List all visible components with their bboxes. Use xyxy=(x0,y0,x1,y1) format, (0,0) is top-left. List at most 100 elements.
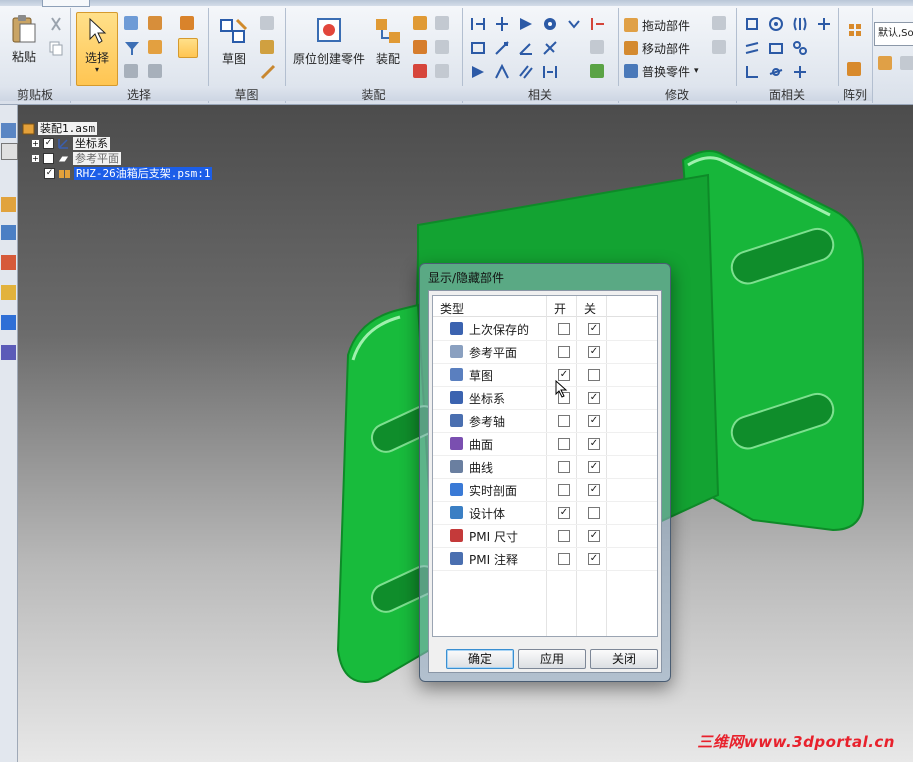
perpendicular-icon[interactable] xyxy=(744,64,760,80)
select-dropdown-icon[interactable] xyxy=(148,64,164,80)
layers-tab-icon[interactable] xyxy=(1,225,16,240)
show-checkbox[interactable] xyxy=(558,484,570,496)
insert-icon[interactable] xyxy=(470,40,486,56)
sketch-tool-3-icon[interactable] xyxy=(260,64,276,80)
sensors-tab-icon[interactable] xyxy=(1,285,16,300)
hide-checkbox[interactable] xyxy=(588,369,600,381)
highlight-icon[interactable] xyxy=(178,38,198,58)
apply-button[interactable]: 应用 xyxy=(518,649,586,669)
hide-checkbox[interactable]: ✓ xyxy=(588,392,600,404)
move-component-button[interactable]: 移动部件 xyxy=(624,39,690,57)
symmetric-icon[interactable] xyxy=(792,16,808,32)
horizontal-icon[interactable] xyxy=(768,64,784,80)
hide-checkbox[interactable]: ✓ xyxy=(588,346,600,358)
assemble-button[interactable]: 装配 xyxy=(371,16,405,67)
assembly-tool-2-icon[interactable] xyxy=(413,40,429,56)
style-tool-2-icon[interactable] xyxy=(900,56,913,72)
tangent-icon[interactable] xyxy=(542,40,558,56)
hide-checkbox[interactable]: ✓ xyxy=(588,484,600,496)
hide-checkbox[interactable]: ✓ xyxy=(588,461,600,473)
tree-root[interactable]: 装配1.asm xyxy=(22,122,98,135)
modify-tool-1-icon[interactable] xyxy=(712,16,728,32)
mate-icon[interactable] xyxy=(470,16,486,32)
connect-icon[interactable] xyxy=(494,40,510,56)
relate-helper-2-icon[interactable] xyxy=(590,40,606,56)
add-relation-icon[interactable] xyxy=(792,64,808,80)
select-tool-icon[interactable] xyxy=(148,16,164,32)
show-checkbox[interactable]: ✓ xyxy=(558,507,570,519)
hide-checkbox[interactable] xyxy=(588,507,600,519)
assembly-tool-1-icon[interactable] xyxy=(413,16,429,32)
paste-button[interactable]: 粘贴 xyxy=(6,14,42,65)
style-selector[interactable]: 默认,Sol xyxy=(874,22,913,46)
hide-checkbox[interactable]: ✓ xyxy=(588,323,600,335)
parallel-icon[interactable] xyxy=(518,64,534,80)
concentric-icon[interactable] xyxy=(768,16,784,32)
show-checkbox[interactable] xyxy=(558,346,570,358)
expand-icon[interactable]: + xyxy=(31,139,40,148)
modify-tool-2-icon[interactable] xyxy=(712,40,728,56)
assembly-tool-6-icon[interactable] xyxy=(435,64,451,80)
planar-align-icon[interactable] xyxy=(494,16,510,32)
close-button[interactable]: 关闭 xyxy=(590,649,658,669)
visibility-checkbox[interactable] xyxy=(43,153,54,164)
angle-icon[interactable] xyxy=(518,40,534,56)
tangent-face-icon[interactable] xyxy=(792,40,808,56)
show-checkbox[interactable] xyxy=(558,323,570,335)
help-tab-icon[interactable] xyxy=(1,345,16,360)
center-plane-icon[interactable] xyxy=(542,64,558,80)
axial-align-icon[interactable] xyxy=(518,16,534,32)
assembly-tool-4-icon[interactable] xyxy=(435,16,451,32)
filter-icon[interactable] xyxy=(124,40,140,56)
parallel-face-icon[interactable] xyxy=(744,40,760,56)
pathfinder-tab-icon[interactable] xyxy=(1,123,16,138)
query-icon[interactable] xyxy=(124,64,140,80)
tree-item-reference-planes[interactable]: + 参考平面 xyxy=(31,152,121,165)
ok-button[interactable]: 确定 xyxy=(446,649,514,669)
assembly-tool-3-icon[interactable] xyxy=(413,64,429,80)
hide-checkbox[interactable]: ✓ xyxy=(588,530,600,542)
pattern-icon[interactable] xyxy=(847,22,863,38)
create-part-in-place-button[interactable]: 原位创建零件 xyxy=(289,16,369,67)
expand-icon[interactable]: + xyxy=(31,154,40,163)
tree-item-part[interactable]: ✓ RHZ-26油箱后支架.psm:1 xyxy=(44,167,213,180)
zone-icon[interactable] xyxy=(180,16,196,32)
drag-component-button[interactable]: 拖动部件 xyxy=(624,16,690,34)
cut-icon[interactable] xyxy=(48,16,64,32)
hide-checkbox[interactable]: ✓ xyxy=(588,553,600,565)
rigid-icon[interactable] xyxy=(816,16,832,32)
relate-helper-3-icon[interactable] xyxy=(590,64,606,80)
features-tab-icon[interactable] xyxy=(1,255,16,270)
assembly-tool-5-icon[interactable] xyxy=(435,40,451,56)
show-checkbox[interactable] xyxy=(558,438,570,450)
offset-face-icon[interactable] xyxy=(768,40,784,56)
render-tab-icon[interactable] xyxy=(1,315,16,330)
sketch-tool-2-icon[interactable] xyxy=(260,40,276,56)
visibility-checkbox[interactable]: ✓ xyxy=(44,168,55,179)
visibility-checkbox[interactable]: ✓ xyxy=(43,138,54,149)
show-checkbox[interactable] xyxy=(558,415,570,427)
style-tool-1-icon[interactable] xyxy=(878,56,894,72)
tab-home[interactable] xyxy=(42,0,90,7)
replace-part-button[interactable]: 普换零件 ▾ xyxy=(624,62,699,80)
show-checkbox[interactable] xyxy=(558,461,570,473)
hide-checkbox[interactable]: ✓ xyxy=(588,415,600,427)
show-checkbox[interactable] xyxy=(558,530,570,542)
path-icon[interactable] xyxy=(494,63,510,80)
relate-dropdown-icon[interactable] xyxy=(566,16,582,32)
select-filter-icon[interactable] xyxy=(124,16,140,32)
sketch-tool-1-icon[interactable] xyxy=(260,16,276,32)
select-button[interactable]: 选择 ▾ xyxy=(76,12,118,86)
show-checkbox[interactable] xyxy=(558,553,570,565)
mirror-icon[interactable] xyxy=(847,62,863,78)
library-tab-icon[interactable] xyxy=(1,143,18,160)
coplanar-icon[interactable] xyxy=(744,16,760,32)
sketch-button[interactable]: 草图 xyxy=(216,16,252,67)
cam-icon[interactable] xyxy=(470,64,486,80)
copy-icon[interactable] xyxy=(48,40,64,56)
parts-library-tab-icon[interactable] xyxy=(1,197,16,212)
gear-relation-icon[interactable] xyxy=(542,16,558,32)
relate-helper-1-icon[interactable] xyxy=(590,16,606,32)
select-part-icon[interactable] xyxy=(148,40,164,56)
tree-item-coordinate-system[interactable]: + ✓ 坐标系 xyxy=(31,137,110,150)
